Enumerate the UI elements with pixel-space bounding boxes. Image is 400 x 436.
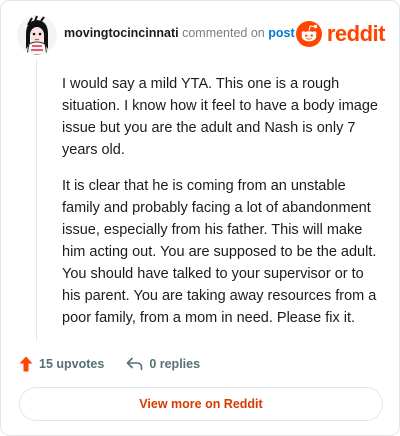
- post-link[interactable]: post: [268, 26, 294, 40]
- comment-paragraph: It is clear that he is coming from an un…: [62, 178, 377, 326]
- upvotes-button[interactable]: 15 upvotes: [19, 356, 104, 372]
- comment-paragraph: I would say a mild YTA. This one is a ro…: [62, 76, 378, 158]
- upvote-arrow-icon: [19, 356, 33, 372]
- thread-line: [36, 59, 37, 341]
- view-more-label: View more on Reddit: [139, 397, 263, 411]
- upvotes-count: 15 upvotes: [39, 357, 105, 371]
- comment-meta: movingtocincinnati commented on post: [64, 26, 295, 40]
- comment-header: movingtocincinnati commented on post red…: [17, 15, 386, 55]
- commented-on-text: commented on: [182, 26, 265, 40]
- comment-body: I would say a mild YTA. This one is a ro…: [62, 73, 378, 343]
- avatar-illustration: [17, 15, 57, 55]
- username-link[interactable]: movingtocincinnati: [64, 26, 179, 40]
- comment-embed-card: movingtocincinnati commented on post red…: [0, 0, 400, 436]
- reddit-snoo-icon: [295, 21, 322, 47]
- view-more-on-reddit-button[interactable]: View more on Reddit: [19, 387, 383, 421]
- reddit-brand-link[interactable]: reddit: [295, 20, 386, 48]
- reddit-wordmark: reddit: [326, 21, 386, 46]
- replies-count: 0 replies: [149, 357, 201, 371]
- reply-arrow-icon: [127, 357, 143, 371]
- user-avatar[interactable]: [17, 15, 57, 55]
- comment-actions: 15 upvotes 0 replies: [19, 353, 200, 375]
- replies-button[interactable]: 0 replies: [126, 357, 200, 371]
